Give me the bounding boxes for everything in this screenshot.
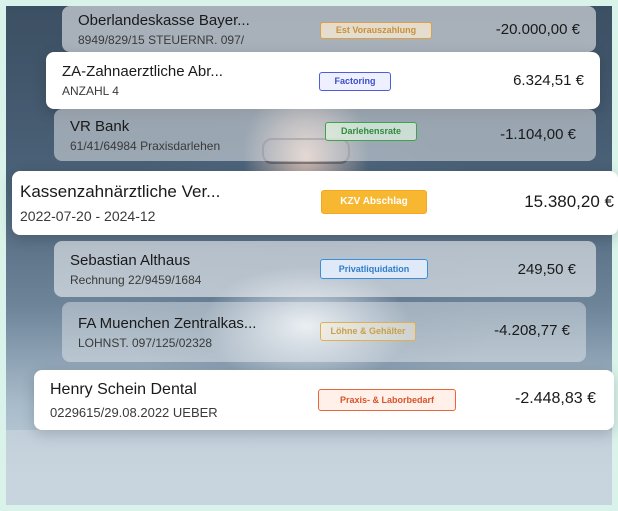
transaction-amount: -20.000,00 €	[495, 21, 580, 38]
transaction-amount: 15.380,20 €	[524, 192, 614, 211]
transaction-row[interactable]: Kassenzahnärztliche Ver... 2022-07-20 - …	[12, 171, 618, 235]
transaction-row[interactable]: Henry Schein Dental 0229615/29.08.2022 U…	[34, 370, 614, 430]
transaction-name: VR Bank	[70, 117, 130, 135]
transaction-name: Oberlandeskasse Bayer...	[78, 11, 250, 29]
transaction-row[interactable]: VR Bank 61/41/64984 Praxisdarlehen Darle…	[54, 109, 596, 161]
transaction-reference: ANZAHL 4	[62, 84, 119, 98]
category-badge: Löhne & Gehälter	[320, 322, 416, 341]
transaction-reference: Rechnung 22/9459/1684	[70, 272, 202, 287]
transaction-row[interactable]: Oberlandeskasse Bayer... 8949/829/15 STE…	[62, 6, 596, 52]
transaction-reference: 0229615/29.08.2022 UEBER	[50, 404, 218, 420]
category-badge: Praxis- & Laborbedarf	[318, 389, 456, 411]
transaction-row[interactable]: FA Muenchen Zentralkas... LOHNST. 097/12…	[62, 302, 586, 362]
transaction-name: Kassenzahnärztliche Ver...	[20, 182, 221, 201]
transaction-reference: LOHNST. 097/125/02328	[78, 335, 213, 350]
transaction-reference: 8949/829/15 STEUERNR. 097/	[78, 32, 245, 47]
transaction-name: Henry Schein Dental	[50, 380, 197, 398]
transaction-amount: -2.448,83 €	[515, 390, 596, 407]
transaction-name: FA Muenchen Zentralkas...	[78, 314, 257, 332]
transaction-row[interactable]: Sebastian Althaus Rechnung 22/9459/1684 …	[54, 241, 596, 297]
transaction-row[interactable]: ZA-Zahnaerztliche Abr... ANZAHL 4 Factor…	[46, 52, 600, 109]
transaction-name: ZA-Zahnaerztliche Abr...	[62, 63, 223, 80]
transaction-amount: -1.104,00 €	[500, 126, 576, 143]
bottom-fade	[6, 430, 612, 505]
category-badge: Darlehensrate	[325, 122, 417, 141]
category-badge: KZV Abschlag	[321, 190, 427, 214]
transaction-amount: 249,50 €	[517, 261, 576, 278]
category-badge: Factoring	[319, 72, 391, 91]
category-badge: Privatliquidation	[320, 259, 428, 279]
transaction-amount: -4.208,77 €	[494, 322, 570, 339]
transaction-reference: 61/41/64984 Praxisdarlehen	[70, 138, 221, 153]
transaction-reference: 2022-07-20 - 2024-12	[20, 208, 156, 224]
transaction-amount: 6.324,51 €	[513, 72, 584, 89]
transaction-name: Sebastian Althaus	[70, 251, 191, 269]
category-badge: Est Vorauszahlung	[320, 22, 432, 39]
